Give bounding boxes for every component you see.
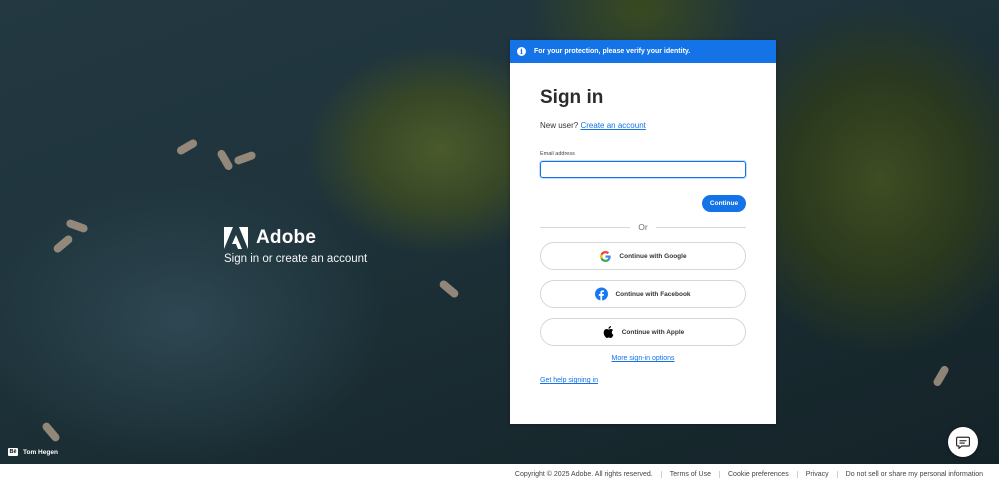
adobe-logo-icon: [224, 227, 248, 249]
new-user-text: New user?: [540, 121, 579, 130]
google-label: Continue with Google: [619, 252, 687, 260]
apple-icon: [602, 325, 615, 339]
email-label: Email address: [540, 151, 575, 157]
verify-banner: i For your protection, please verify you…: [510, 40, 776, 63]
help-signing-in-link[interactable]: Get help signing in: [540, 377, 598, 384]
footer: Copyright © 2025 Adobe. All rights reser…: [0, 464, 999, 485]
divider-line: [655, 226, 747, 228]
google-icon: [599, 250, 612, 263]
swimmer: [52, 233, 74, 255]
swimmer: [233, 150, 257, 166]
swimmer: [65, 218, 89, 234]
swimmer: [40, 421, 62, 443]
new-user-row: New user? Create an account: [540, 121, 746, 130]
background-photo: [0, 0, 999, 464]
swimmer: [932, 364, 950, 388]
brand-name: Adobe: [256, 227, 317, 248]
chat-icon: [956, 436, 970, 449]
facebook-label: Continue with Facebook: [615, 290, 691, 298]
photo-credit[interactable]: Bē Tom Hegen: [8, 448, 58, 456]
facebook-signin-button[interactable]: Continue with Facebook: [540, 280, 746, 308]
banner-text: For your protection, please verify your …: [534, 48, 691, 55]
google-signin-button[interactable]: Continue with Google: [540, 242, 746, 270]
photo-credit-name: Tom Hegen: [23, 448, 58, 456]
signin-card: i For your protection, please verify you…: [510, 40, 776, 424]
footer-link-terms[interactable]: Terms of Use: [660, 471, 719, 478]
create-account-link[interactable]: Create an account: [580, 121, 645, 130]
brand-block: Adobe Sign in or create an account: [224, 227, 367, 265]
divider-line: [540, 226, 631, 228]
email-field[interactable]: [540, 161, 746, 178]
footer-link-do-not-sell[interactable]: Do not sell or share my personal informa…: [836, 471, 999, 478]
swimmer: [216, 148, 234, 172]
page-title: Sign in: [540, 87, 604, 108]
behance-icon: Bē: [8, 448, 18, 456]
swimmer: [175, 138, 199, 156]
chat-button[interactable]: [948, 427, 978, 457]
footer-link-cookies[interactable]: Cookie preferences: [719, 471, 797, 478]
copyright-text: Copyright © 2025 Adobe. All rights reser…: [514, 471, 653, 478]
apple-signin-button[interactable]: Continue with Apple: [540, 318, 746, 346]
continue-button[interactable]: Continue: [702, 195, 746, 212]
facebook-icon: [595, 287, 609, 301]
more-signin-options-link[interactable]: More sign-in options: [611, 355, 674, 362]
or-divider: Or: [540, 222, 747, 232]
apple-label: Continue with Apple: [621, 328, 685, 336]
or-text: Or: [638, 222, 648, 232]
swimmer: [438, 278, 460, 300]
info-icon: i: [517, 47, 526, 56]
footer-link-privacy[interactable]: Privacy: [796, 471, 837, 478]
brand-tagline: Sign in or create an account: [224, 253, 368, 265]
